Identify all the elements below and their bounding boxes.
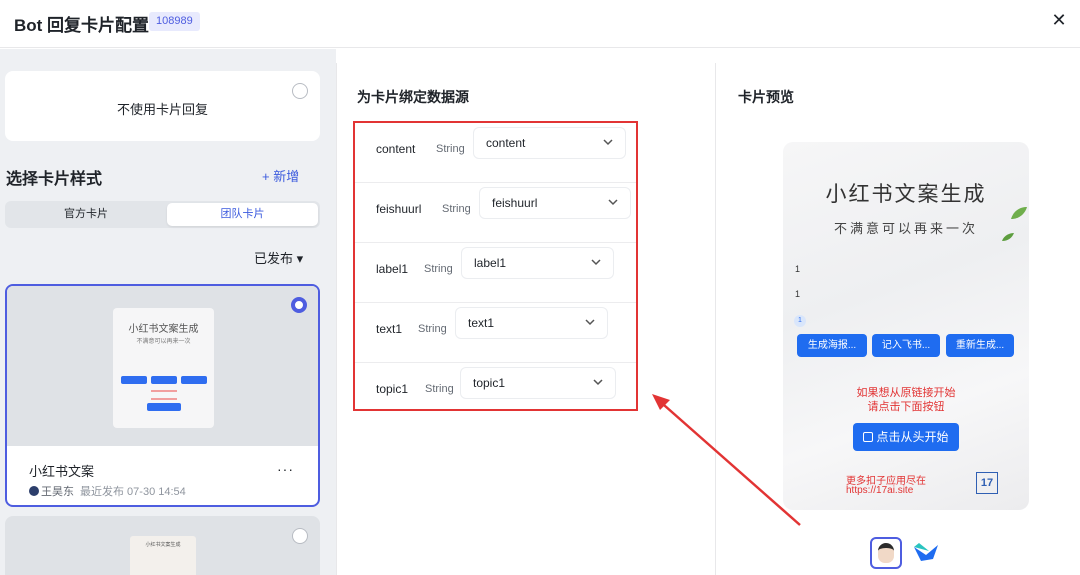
param-type: String — [436, 143, 465, 155]
card-preview: 小红书文案生成 不满意可以再来一次 1 1 1 生成海报... 记入飞书... … — [783, 142, 1029, 510]
card-name: 小红书文案 — [29, 464, 95, 479]
card-item-selected[interactable]: 小红书文案生成 不满意可以再来一次 小红书文案 王昊东 最近发布 07-30 14… — [5, 284, 320, 507]
chevron-down-icon — [593, 379, 603, 386]
thumb-hint — [151, 390, 177, 400]
card-updated: 最近发布 07-30 14:54 — [80, 486, 186, 498]
binding-value: feishuurl — [492, 196, 538, 210]
card-author: 王昊东 — [41, 486, 74, 498]
generate-poster-button[interactable]: 生成海报... — [797, 334, 867, 357]
preview-hint: 请点击下面按钮 — [867, 401, 945, 413]
binding-value: label1 — [474, 256, 507, 270]
no-card-option[interactable]: 不使用卡片回复 — [5, 71, 320, 141]
thumb-button — [181, 376, 207, 384]
binding-select[interactable]: text1 — [456, 308, 607, 338]
param-type: String — [424, 263, 453, 275]
thumb-title: 小红书文案生成 — [145, 542, 181, 548]
avatar — [878, 543, 894, 563]
leaf-icon — [1011, 207, 1027, 219]
chevron-down-icon — [603, 139, 613, 146]
avatar — [29, 486, 39, 496]
thumb-button — [121, 376, 147, 384]
card-radio[interactable] — [292, 528, 308, 544]
thumb-main-button — [147, 403, 181, 411]
card-thumbnail-area: 小红书文案生成 不满意可以再来一次 — [7, 286, 318, 446]
preview-card-subtitle: 不满意可以再来一次 — [833, 222, 978, 237]
binding-value: topic1 — [473, 376, 506, 390]
param-name: topic1 — [376, 382, 409, 396]
param-name: text1 — [376, 322, 403, 336]
param-name: label1 — [376, 262, 409, 276]
param-type: String — [425, 383, 454, 395]
data-binding-title: 为卡片绑定数据源 — [357, 89, 469, 105]
preview-text-line: 1 — [795, 264, 801, 274]
thumb-button — [151, 376, 177, 384]
restart-button-label: 点击从头开始 — [876, 430, 949, 444]
binding-row: feishuurl String feishuurl — [355, 183, 636, 243]
preview-footer-link[interactable]: https://17ai.site — [846, 485, 913, 496]
chevron-down-icon — [608, 199, 618, 206]
regenerate-button[interactable]: 重新生成... — [946, 334, 1014, 357]
add-card-button[interactable]: + 新增 — [262, 166, 299, 185]
thumb-subtitle: 不满意可以再来一次 — [136, 338, 191, 345]
card-radio-selected[interactable] — [291, 297, 307, 313]
bot-id-badge: 108989 — [149, 12, 200, 31]
section-title: 选择卡片样式 — [6, 171, 103, 188]
no-card-label: 不使用卡片回复 — [116, 102, 208, 117]
divider — [336, 63, 337, 575]
no-card-radio[interactable] — [292, 83, 308, 99]
status-filter-dropdown[interactable]: 已发布 ▾ — [254, 248, 303, 267]
preview-badge: 1 — [794, 315, 806, 327]
feishu-avatar-option[interactable] — [870, 537, 902, 569]
tab-team-cards[interactable]: 团队卡片 — [167, 203, 318, 226]
preview-text-line: 1 — [795, 289, 801, 299]
restart-button[interactable]: 点击从头开始 — [853, 423, 959, 451]
dialog-title: Bot 回复卡片配置 — [14, 16, 150, 35]
close-icon[interactable]: ✕ — [1048, 9, 1070, 31]
site-logo: 17 — [976, 472, 998, 494]
chevron-down-icon — [591, 259, 601, 266]
binding-select[interactable]: feishuurl — [480, 188, 630, 218]
binding-row: text1 String text1 — [355, 303, 636, 363]
binding-select[interactable]: content — [474, 128, 625, 158]
param-type: String — [442, 203, 471, 215]
param-type: String — [418, 323, 447, 335]
thumb-title: 小红书文案生成 — [128, 324, 199, 335]
chevron-down-icon — [585, 319, 595, 326]
binding-list-highlight: content String content feishuurl String … — [353, 121, 638, 411]
preview-title: 卡片预览 — [738, 89, 794, 105]
card-thumbnail: 小红书文案生成 不满意可以再来一次 — [113, 308, 214, 428]
card-source-tabs: 官方卡片 团队卡片 — [5, 201, 320, 228]
dialog-header: Bot 回复卡片配置 108989 ✕ — [0, 0, 1080, 48]
leaf-icon — [1002, 233, 1014, 241]
card-thumbnail: 小红书文案生成 — [130, 536, 196, 575]
tab-official-cards[interactable]: 官方卡片 — [7, 203, 165, 226]
param-name: content — [376, 142, 416, 156]
binding-row: content String content — [355, 123, 636, 183]
binding-value: content — [486, 136, 526, 150]
binding-row: topic1 String topic1 — [355, 363, 636, 423]
card-item[interactable]: 小红书文案生成 — [5, 516, 320, 575]
lark-logo-icon[interactable] — [911, 537, 941, 567]
more-options-icon[interactable]: ··· — [277, 461, 294, 477]
preview-card-title: 小红书文案生成 — [825, 182, 987, 206]
binding-select[interactable]: topic1 — [461, 368, 615, 398]
binding-row: label1 String label1 — [355, 243, 636, 303]
refresh-icon — [863, 432, 874, 442]
binding-select[interactable]: label1 — [462, 248, 613, 278]
binding-value: text1 — [468, 316, 495, 330]
param-name: feishuurl — [376, 202, 422, 216]
card-style-panel: 不使用卡片回复 选择卡片样式 + 新增 官方卡片 团队卡片 已发布 ▾ 小红书文… — [0, 49, 336, 575]
save-to-feishu-button[interactable]: 记入飞书... — [872, 334, 940, 357]
card-meta: 王昊东 最近发布 07-30 14:54 — [29, 483, 186, 499]
